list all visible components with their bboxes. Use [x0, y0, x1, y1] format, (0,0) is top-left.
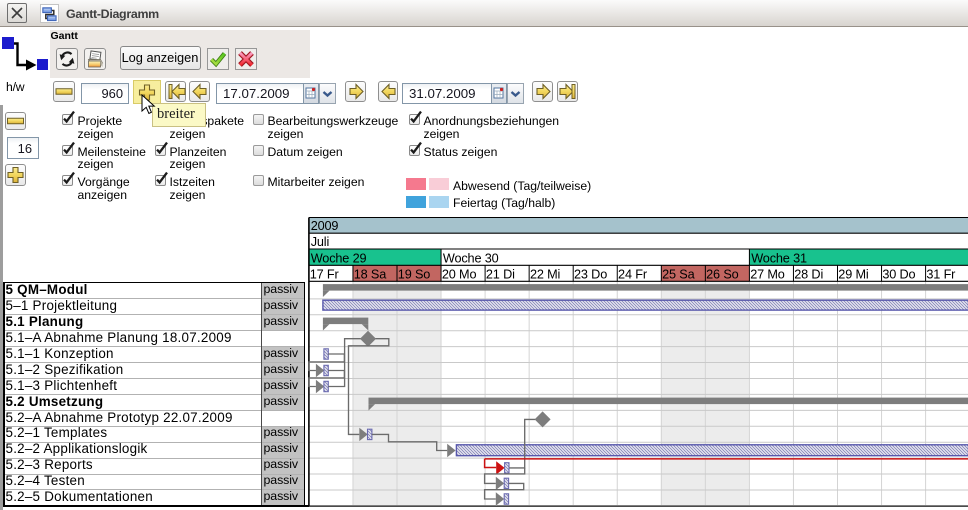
svg-text:2009: 2009	[311, 219, 339, 233]
svg-text:31 Fr: 31 Fr	[926, 267, 956, 281]
svg-text:27 Mo: 27 Mo	[750, 267, 785, 281]
svg-text:25 Sa: 25 Sa	[662, 267, 695, 281]
svg-text:19 So: 19 So	[398, 267, 430, 281]
svg-text:Juli: Juli	[311, 235, 329, 249]
svg-text:Woche 31: Woche 31	[751, 251, 807, 265]
svg-text:17 Fr: 17 Fr	[310, 267, 340, 281]
svg-text:20 Mo: 20 Mo	[442, 267, 477, 281]
svg-text:Woche 30: Woche 30	[443, 251, 499, 265]
svg-text:Woche 29: Woche 29	[311, 251, 367, 265]
svg-text:29 Mi: 29 Mi	[838, 267, 868, 281]
svg-text:18 Sa: 18 Sa	[354, 267, 387, 281]
svg-text:21 Di: 21 Di	[486, 267, 515, 281]
svg-text:28 Di: 28 Di	[794, 267, 823, 281]
svg-text:24 Fr: 24 Fr	[618, 267, 648, 281]
svg-text:26 So: 26 So	[706, 267, 738, 281]
svg-text:23 Do: 23 Do	[574, 267, 607, 281]
svg-text:30 Do: 30 Do	[882, 267, 915, 281]
svg-text:22 Mi: 22 Mi	[530, 267, 560, 281]
